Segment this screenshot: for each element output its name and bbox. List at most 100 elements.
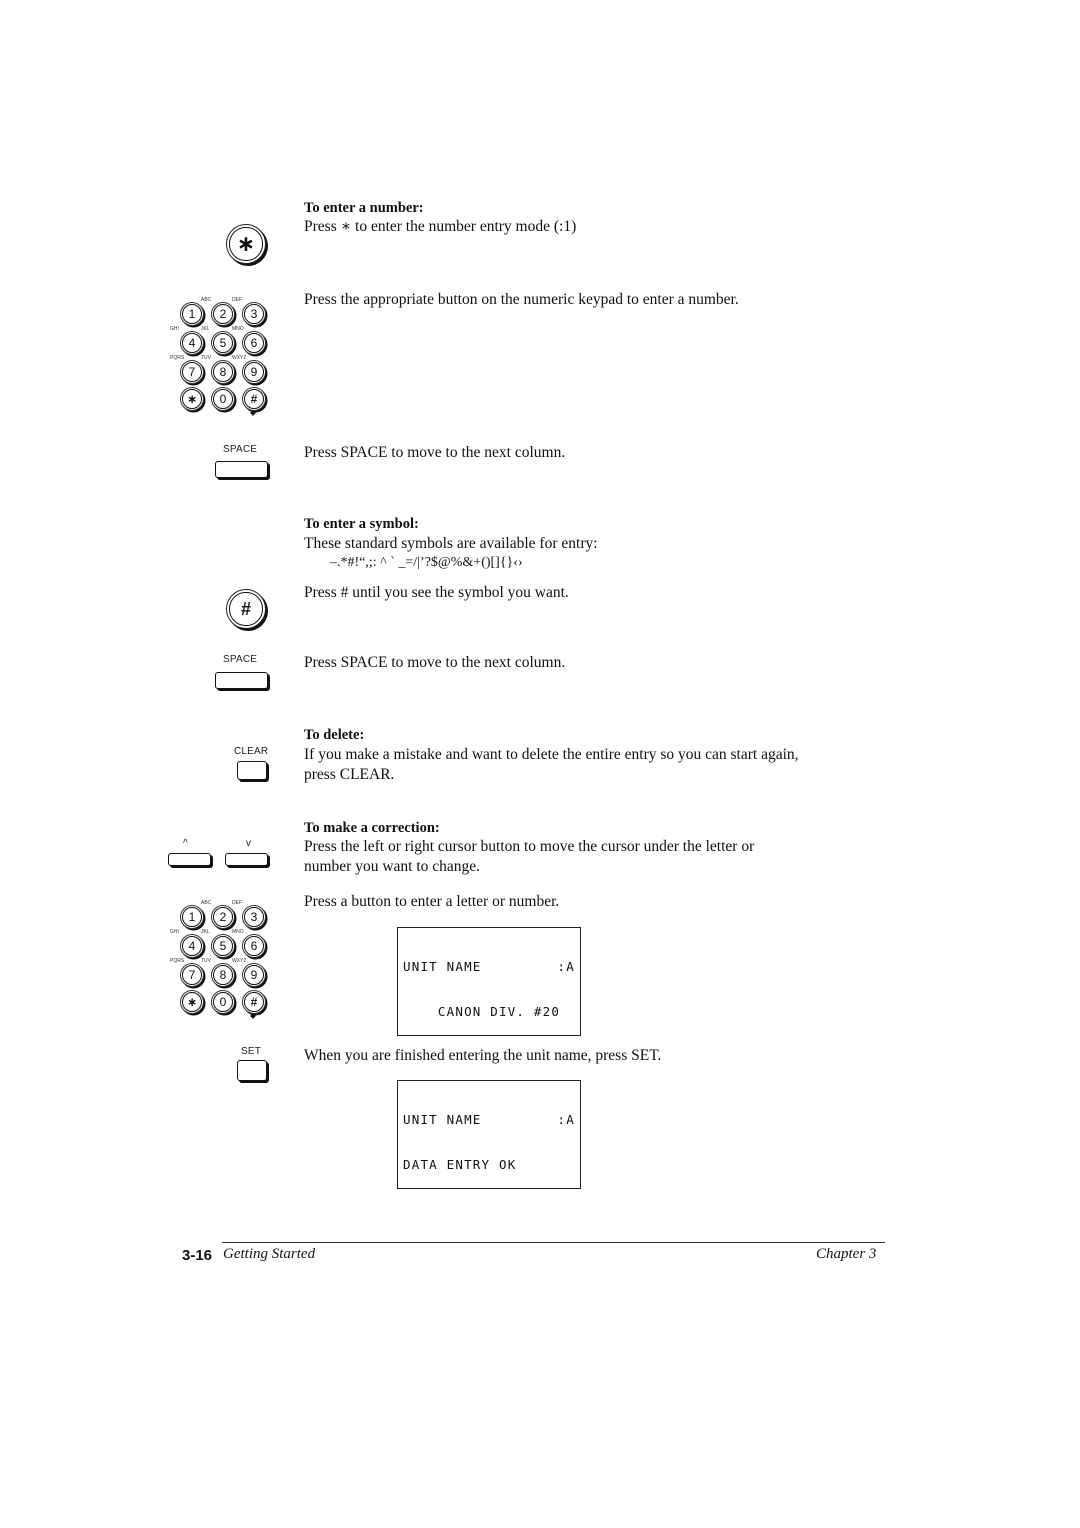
space-key-icon [215, 461, 268, 478]
keypad-key-digit: 6 [244, 936, 264, 956]
step-press-letter: Press a button to enter a letter or numb… [304, 893, 560, 910]
keypad-key-digit: 7 [182, 965, 202, 985]
keypad-key-digit: 2 [213, 907, 233, 927]
keypad-key-letters: PQRS [170, 355, 185, 361]
keypad-key-digit: 3 [244, 304, 264, 324]
correction-text-line2: number you want to change. [304, 858, 481, 875]
heading-enter-symbol: To enter a symbol: [304, 516, 419, 532]
keypad-key-letters: DEF [232, 297, 242, 303]
hash-diamond-icon [250, 410, 256, 416]
keypad-key-5: 6 [242, 331, 266, 355]
keypad-key-letters: ABC [201, 297, 212, 303]
lcd2-line2: DATA ENTRY OK [403, 1157, 517, 1172]
keypad-key-digit: 0 [213, 992, 233, 1012]
keypad-key-6: 7 [180, 360, 204, 384]
keypad-key-1: 2 [211, 905, 235, 929]
numeric-keypad-icon: 1 2 ABC 3 DEF 4 GHI 5 JKL 6 MNO 7 PQRS 8 TUV 9 WXYZ ∗ 0 # [170, 296, 286, 416]
clear-key-icon [237, 761, 267, 780]
keypad-key-letters: MNO [232, 326, 244, 332]
page-number: 3-16 [182, 1247, 213, 1264]
keypad-key-digit: 1 [182, 304, 202, 324]
keypad-key-digit: 7 [182, 362, 202, 382]
step-press-keypad: Press the appropriate button on the nume… [304, 291, 739, 308]
keypad-key-digit: 3 [244, 907, 264, 927]
symbols-list: –.*#!“,;: ^ ` _=/|’?$@%&+()[]{}‹› [330, 555, 523, 570]
keypad-key-0: 1 [180, 302, 204, 326]
keypad-key-digit: 0 [213, 389, 233, 409]
keypad-key-10: 0 [211, 387, 235, 411]
keypad-key-4: 5 [211, 934, 235, 958]
keypad-key-11: # [242, 387, 266, 411]
step-press-star: Press ∗ to enter the number entry mode (… [304, 218, 577, 235]
keypad-key-11: # [242, 990, 266, 1014]
space-key-label: SPACE [223, 444, 258, 455]
keypad-key-letters: TUV [201, 958, 211, 964]
keypad-key-digit: 8 [213, 965, 233, 985]
heading-delete: To delete: [304, 727, 365, 743]
keypad-key-8: 9 [242, 360, 266, 384]
keypad-key-digit: 1 [182, 907, 202, 927]
manual-page: { "sections": { "number": { "heading": "… [0, 0, 1080, 1528]
lcd1-line1-left: UNIT NAME [403, 959, 482, 974]
keypad-key-letters: WXYZ [232, 958, 247, 964]
cursor-left-key-icon [168, 853, 211, 866]
keypad-key-1: 2 [211, 302, 235, 326]
footer-section-title: Getting Started [223, 1246, 316, 1262]
keypad-key-2: 3 [242, 302, 266, 326]
keypad-key-digit: # [244, 992, 264, 1012]
keypad-key-7: 8 [211, 963, 235, 987]
keypad-key-digit: 5 [213, 936, 233, 956]
keypad-key-digit: 4 [182, 333, 202, 353]
heading-correction: To make a correction: [304, 820, 440, 836]
keypad-key-digit: ∗ [182, 389, 202, 409]
cursor-right-key-icon [225, 853, 268, 866]
hash-key-icon: # [226, 589, 266, 629]
cursor-right-key-label: v [246, 838, 252, 849]
keypad-key-letters: WXYZ [232, 355, 247, 361]
delete-text-line2: press CLEAR. [304, 766, 395, 783]
space-key-label-2: SPACE [223, 654, 258, 665]
lcd1-line1-right: :A [557, 959, 575, 974]
keypad-key-digit: 9 [244, 362, 264, 382]
hash-diamond-icon [250, 1013, 256, 1019]
keypad-key-digit: 9 [244, 965, 264, 985]
keypad-key-3: 4 [180, 934, 204, 958]
star-key-label: ∗ [229, 227, 263, 261]
keypad-key-digit: # [244, 389, 264, 409]
footer-rule [222, 1242, 885, 1243]
correction-text-line1: Press the left or right cursor button to… [304, 838, 755, 855]
keypad-key-letters: ABC [201, 900, 212, 906]
numeric-keypad-icon-2: 1 2 ABC 3 DEF 4 GHI 5 JKL 6 MNO 7 PQRS 8 TUV 9 WXYZ ∗ 0 # [170, 899, 286, 1019]
heading-enter-number: To enter a number: [304, 200, 424, 216]
lcd2-line1-right: :A [557, 1112, 575, 1127]
keypad-key-9: ∗ [180, 990, 204, 1014]
delete-text-line1: If you make a mistake and want to delete… [304, 746, 799, 763]
lcd2-line1-left: UNIT NAME [403, 1112, 482, 1127]
keypad-key-letters: PQRS [170, 958, 185, 964]
star-key-icon: ∗ [226, 224, 266, 264]
set-key-label: SET [241, 1046, 262, 1057]
keypad-key-letters: GHI [170, 929, 179, 935]
keypad-key-digit: 5 [213, 333, 233, 353]
keypad-key-6: 7 [180, 963, 204, 987]
keypad-key-digit: 2 [213, 304, 233, 324]
lcd1-line2: CANON DIV. #20 [403, 1004, 561, 1019]
hash-key-label: # [229, 592, 263, 626]
keypad-key-8: 9 [242, 963, 266, 987]
keypad-key-letters: MNO [232, 929, 244, 935]
keypad-key-digit: ∗ [182, 992, 202, 1012]
keypad-key-10: 0 [211, 990, 235, 1014]
keypad-key-letters: JKL [201, 929, 210, 935]
lcd-display-ok: UNIT NAME :A DATA ENTRY OK [397, 1080, 581, 1189]
keypad-key-digit: 4 [182, 936, 202, 956]
keypad-key-5: 6 [242, 934, 266, 958]
keypad-key-2: 3 [242, 905, 266, 929]
keypad-key-letters: GHI [170, 326, 179, 332]
keypad-key-4: 5 [211, 331, 235, 355]
keypad-key-letters: TUV [201, 355, 211, 361]
symbols-intro: These standard symbols are available for… [304, 535, 598, 552]
clear-key-label: CLEAR [234, 746, 269, 757]
keypad-key-3: 4 [180, 331, 204, 355]
set-key-icon [237, 1060, 267, 1081]
keypad-key-letters: DEF [232, 900, 242, 906]
